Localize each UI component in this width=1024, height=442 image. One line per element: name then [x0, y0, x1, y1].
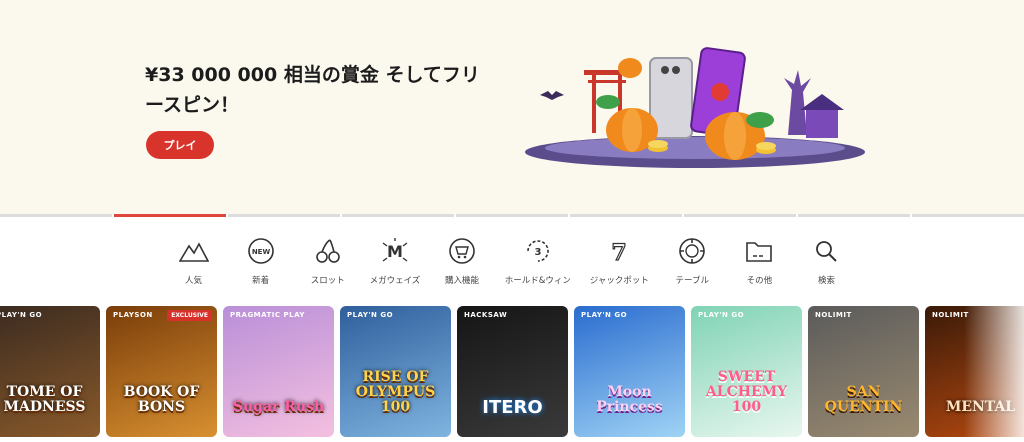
game-provider: HACKSAW — [464, 311, 508, 319]
mountain-icon — [178, 236, 210, 266]
category-label: スロット — [310, 276, 345, 286]
folder-icon — [743, 236, 775, 266]
game-provider: PRAGMATIC PLAY — [230, 311, 305, 319]
game-provider: PLAY'N GO — [347, 311, 394, 319]
progress-segment[interactable] — [570, 214, 682, 217]
game-tile[interactable]: PLAY'N GO SWEET ALCHEMY 100 — [691, 306, 802, 437]
game-provider: PLAY'N GO — [698, 311, 745, 319]
banner-progress — [0, 214, 1024, 217]
svg-text:7: 7 — [612, 240, 627, 265]
category-table[interactable]: テーブル — [659, 236, 726, 291]
progress-segment[interactable] — [912, 214, 1024, 217]
category-jackpot[interactable]: 7 ジャックポット — [580, 236, 659, 291]
game-title: BOOK OF BONS — [123, 384, 200, 415]
svg-text:3: 3 — [534, 247, 541, 258]
category-label: 購入機能 — [445, 276, 480, 286]
game-title: Moon Princess — [596, 384, 663, 415]
buy-feature-icon — [446, 236, 478, 266]
jackpot-icon: 7 — [603, 236, 635, 266]
category-label: テーブル — [675, 276, 709, 286]
game-provider: PLAY'N GO — [0, 311, 43, 319]
progress-segment[interactable] — [456, 214, 568, 217]
promo-illustration — [525, 47, 865, 168]
chip-icon — [676, 236, 708, 266]
svg-text:NEW: NEW — [252, 248, 271, 256]
svg-text:M: M — [387, 242, 403, 261]
progress-segment[interactable] — [228, 214, 340, 217]
hold-and-win-icon: 3 — [522, 236, 554, 266]
game-tile[interactable]: PLAY'N GO TOME OF MADNESS — [0, 306, 100, 437]
exclusive-badge: EXCLUSIVE — [167, 310, 212, 321]
game-carousel: PLAY'N GO TOME OF MADNESS PLAYSON EXCLUS… — [0, 306, 1024, 437]
category-buy-feature[interactable]: 購入機能 — [429, 236, 496, 291]
play-button[interactable]: プレイ — [146, 131, 214, 159]
game-title: Sugar Rush — [232, 399, 325, 415]
game-tile[interactable]: PLAY'N GO Moon Princess — [574, 306, 685, 437]
progress-segment[interactable] — [342, 214, 454, 217]
megaways-icon: M — [379, 236, 411, 266]
game-title: SAN QUENTIN — [824, 384, 903, 415]
cherry-icon — [312, 236, 344, 266]
game-tile[interactable]: PLAYSON EXCLUSIVE BOOK OF BONS — [106, 306, 217, 437]
progress-segment[interactable] — [684, 214, 796, 217]
game-tile[interactable]: HACKSAW ITERO — [457, 306, 568, 437]
category-label: その他 — [746, 276, 773, 286]
game-tile[interactable]: PRAGMATIC PLAY Sugar Rush — [223, 306, 334, 437]
progress-segment-active[interactable] — [114, 214, 226, 217]
game-title: ITERO — [482, 397, 543, 418]
promo-title: ¥33 000 000 相当の賞金 そしてフリースピン！ — [145, 64, 480, 116]
category-label: 検索 — [817, 276, 835, 286]
game-provider: NOLIMIT — [815, 311, 852, 319]
progress-segment[interactable] — [798, 214, 910, 217]
carousel-fade — [964, 306, 1024, 437]
category-label: ジャックポット — [589, 276, 649, 286]
game-tile[interactable]: PLAY'N GO RISE OF OLYMPUS 100 — [340, 306, 451, 437]
category-hold-and-win[interactable]: 3 ホールド&ウィン — [496, 236, 580, 291]
game-title: TOME OF MADNESS — [3, 384, 86, 415]
category-search[interactable]: 検索 — [793, 236, 860, 291]
category-label: メガウェイズ — [369, 276, 421, 286]
game-provider: PLAYSON — [113, 311, 153, 319]
category-other[interactable]: その他 — [726, 236, 793, 291]
game-tile[interactable]: NOLIMIT SAN QUENTIN — [808, 306, 919, 437]
category-slots[interactable]: スロット — [294, 236, 361, 291]
category-new[interactable]: NEW 新着 — [227, 236, 294, 291]
category-label: ホールド&ウィン — [504, 276, 571, 286]
game-title: SWEET ALCHEMY 100 — [705, 369, 788, 415]
category-label: 新着 — [252, 276, 270, 286]
search-icon — [810, 236, 842, 266]
new-badge-icon: NEW — [245, 236, 277, 266]
game-title: RISE OF OLYMPUS 100 — [355, 369, 436, 415]
category-label: 人気 — [185, 276, 203, 286]
category-popular[interactable]: 人気 — [160, 236, 227, 291]
category-nav: 人気 NEW 新着 スロット M メガウェイズ 購入機能 3 ホールド&ウィン … — [160, 236, 860, 291]
promo-banner: ¥33 000 000 相当の賞金 そしてフリースピン！ プレイ — [0, 0, 1024, 214]
game-provider: PLAY'N GO — [581, 311, 628, 319]
category-megaways[interactable]: M メガウェイズ — [361, 236, 428, 291]
progress-segment[interactable] — [0, 214, 112, 217]
